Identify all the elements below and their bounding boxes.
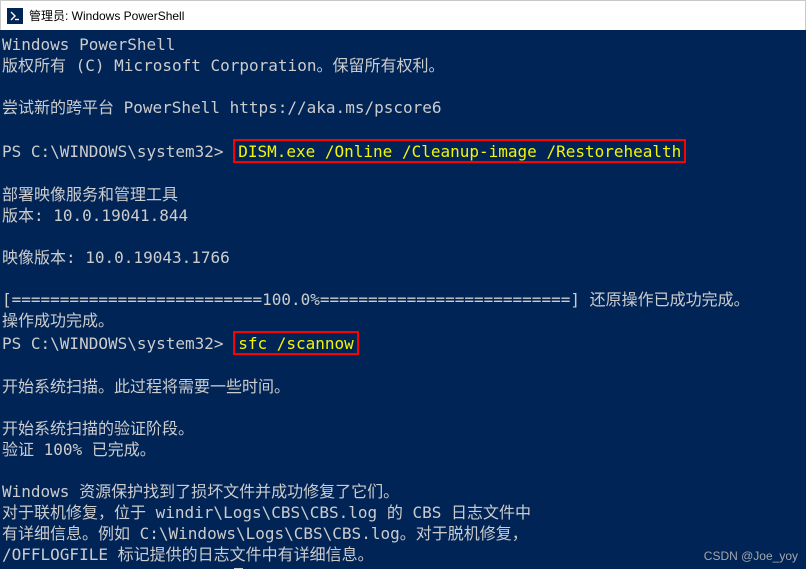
sfc-line-2: 开始系统扫描的验证阶段。 <box>2 418 804 439</box>
sfc-line-1: 开始系统扫描。此过程将需要一些时间。 <box>2 376 804 397</box>
blank <box>2 397 804 418</box>
intro-line-1: Windows PowerShell <box>2 34 804 55</box>
blank <box>2 163 804 184</box>
prompt-prefix: PS C:\WINDOWS\system32> <box>2 334 233 353</box>
window-title: 管理员: Windows PowerShell <box>29 7 184 24</box>
title-bar: 管理员: Windows PowerShell <box>0 0 806 30</box>
dism-line-1: 部署映像服务和管理工具 <box>2 184 804 205</box>
powershell-icon <box>7 8 23 24</box>
blank <box>2 118 804 139</box>
result-line-4: /OFFLOGFILE 标记提供的日志文件中有详细信息。 <box>2 544 804 565</box>
result-line-1: Windows 资源保护找到了损坏文件并成功修复了它们。 <box>2 481 804 502</box>
watermark: CSDN @Joe_yoy <box>704 549 798 563</box>
image-version: 映像版本: 10.0.19043.1766 <box>2 247 804 268</box>
pscore-line: 尝试新的跨平台 PowerShell https://aka.ms/pscore… <box>2 97 804 118</box>
result-line-3: 有详细信息。例如 C:\Windows\Logs\CBS\CBS.log。对于脱… <box>2 523 804 544</box>
blank <box>2 268 804 289</box>
prompt-prefix: PS C:\WINDOWS\system32> <box>2 142 233 161</box>
dism-line-2: 版本: 10.0.19041.844 <box>2 205 804 226</box>
done-line: 操作成功完成。 <box>2 310 804 331</box>
highlight-cmd-2: sfc /scannow <box>233 331 359 355</box>
command-2: sfc /scannow <box>238 334 354 353</box>
result-line-2: 对于联机修复，位于 windir\Logs\CBS\CBS.log 的 CBS … <box>2 502 804 523</box>
intro-line-2: 版权所有 (C) Microsoft Corporation。保留所有权利。 <box>2 55 804 76</box>
sfc-line-3: 验证 100% 已完成。 <box>2 439 804 460</box>
prompt-line-3: PS C:\WINDOWS\system32> <box>2 565 804 569</box>
blank <box>2 460 804 481</box>
terminal-area[interactable]: Windows PowerShell 版权所有 (C) Microsoft Co… <box>0 30 806 569</box>
blank <box>2 226 804 247</box>
prompt-line-2: PS C:\WINDOWS\system32> sfc /scannow <box>2 331 804 355</box>
blank <box>2 355 804 376</box>
highlight-cmd-1: DISM.exe /Online /Cleanup-image /Restore… <box>233 139 686 163</box>
prompt-line-1: PS C:\WINDOWS\system32> DISM.exe /Online… <box>2 139 804 163</box>
progress-line: [==========================100.0%=======… <box>2 289 804 310</box>
blank <box>2 76 804 97</box>
command-1: DISM.exe /Online /Cleanup-image /Restore… <box>238 142 681 161</box>
